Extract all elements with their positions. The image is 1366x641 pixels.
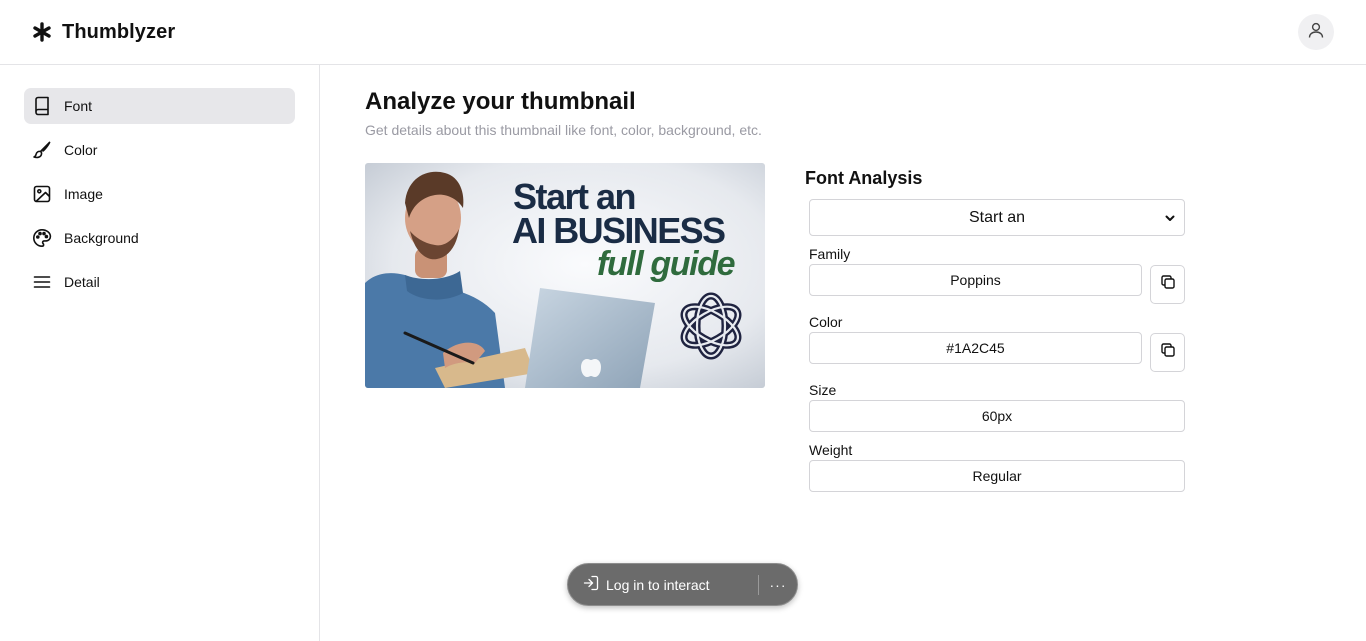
brand[interactable]: Thumblyzer xyxy=(32,18,175,46)
sidebar-item-font[interactable]: Font xyxy=(24,88,295,124)
color-field[interactable]: #1A2C45 xyxy=(809,332,1142,364)
copy-color-button[interactable] xyxy=(1150,333,1185,372)
login-button[interactable]: Log in to interact xyxy=(568,564,758,605)
page-subtitle: Get details about this thumbnail like fo… xyxy=(365,122,762,138)
size-value: 60px xyxy=(981,408,1013,424)
more-icon: ··· xyxy=(769,576,787,593)
font-analysis-title: Font Analysis xyxy=(805,168,923,188)
family-label: Family xyxy=(809,246,851,262)
family-value: Poppins xyxy=(950,272,1001,288)
profile-button[interactable] xyxy=(1298,14,1334,50)
asterisk-icon xyxy=(32,18,52,46)
family-field[interactable]: Poppins xyxy=(809,264,1142,296)
sidebar-item-label: Image xyxy=(64,186,103,202)
sidebar-item-label: Background xyxy=(64,230,139,246)
image-icon xyxy=(32,184,52,204)
more-options-button[interactable]: ··· xyxy=(759,564,797,605)
sidebar-item-label: Color xyxy=(64,142,98,158)
palette-icon xyxy=(32,228,52,248)
color-label: Color xyxy=(809,314,843,330)
brush-icon xyxy=(32,140,52,160)
login-icon xyxy=(582,574,600,595)
weight-label: Weight xyxy=(809,442,853,458)
sidebar-item-label: Font xyxy=(64,98,93,114)
sidebar-item-detail[interactable]: Detail xyxy=(24,264,295,300)
sidebar-item-image[interactable]: Image xyxy=(24,176,295,212)
text-select[interactable]: Start an xyxy=(809,199,1185,236)
login-label: Log in to interact xyxy=(606,576,710,593)
sidebar-item-background[interactable]: Background xyxy=(24,220,295,256)
app-name: Thumblyzer xyxy=(62,20,176,43)
book-icon xyxy=(32,96,52,116)
copy-icon xyxy=(1160,274,1176,295)
size-label: Size xyxy=(809,382,837,398)
thumbnail-line-3: full guide xyxy=(597,245,735,283)
weight-value: Regular xyxy=(972,468,1022,484)
copy-icon xyxy=(1160,342,1176,363)
size-field[interactable]: 60px xyxy=(809,400,1185,432)
menu-icon xyxy=(32,272,52,292)
sidebar-item-color[interactable]: Color xyxy=(24,132,295,168)
thumbnail-preview: Start an AI BUSINESS full guide xyxy=(365,163,765,388)
user-icon xyxy=(1307,21,1325,44)
text-select-value: Start an xyxy=(968,208,1026,226)
weight-field[interactable]: Regular xyxy=(809,460,1185,492)
copy-family-button[interactable] xyxy=(1150,265,1185,304)
main-content: Analyze your thumbnail Get details about… xyxy=(321,65,1366,641)
sidebar-item-label: Detail xyxy=(64,274,100,290)
chevron-down-icon xyxy=(1164,211,1176,229)
page-title: Analyze your thumbnail xyxy=(365,88,636,115)
color-value: #1A2C45 xyxy=(946,340,1005,356)
login-toast: Log in to interact ··· xyxy=(567,563,798,606)
top-bar: Thumblyzer xyxy=(0,0,1366,65)
sidebar: Font Color Image Background Detail xyxy=(0,65,320,641)
